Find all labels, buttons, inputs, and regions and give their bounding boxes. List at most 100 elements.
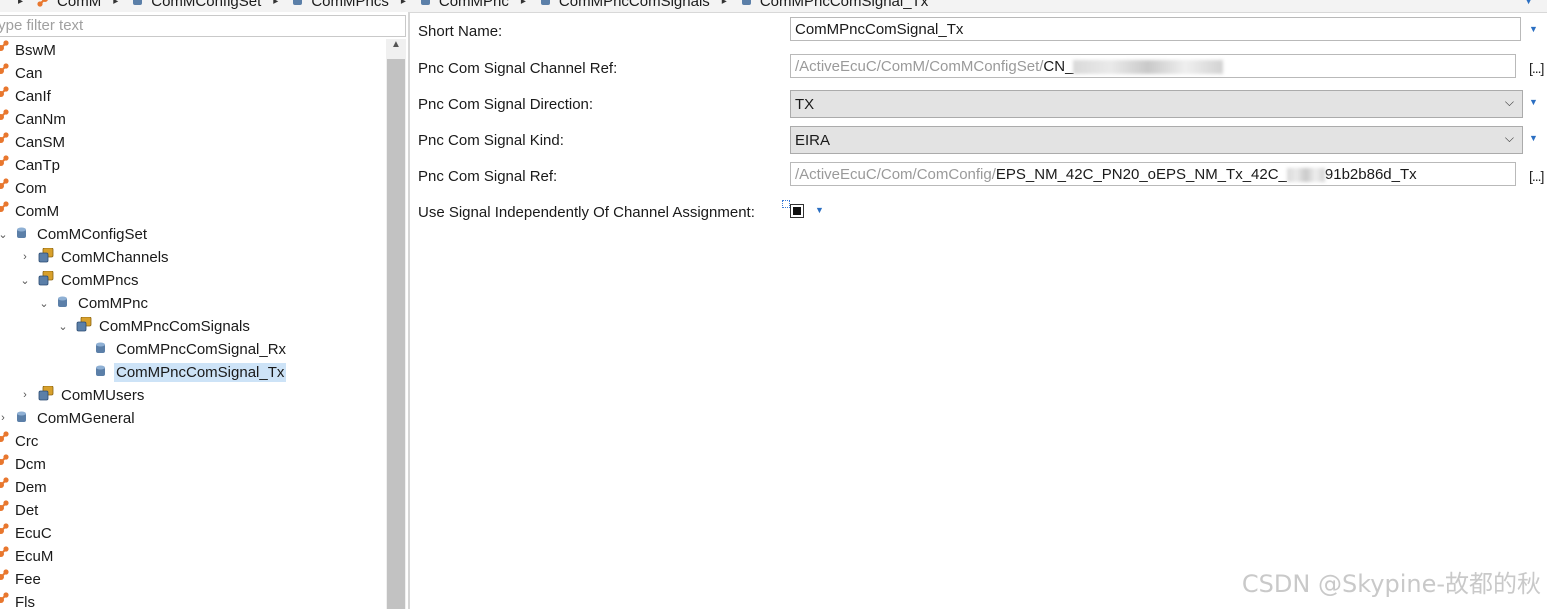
tree-item[interactable]: Crc <box>0 430 40 452</box>
tree-item-label: Can <box>15 64 43 82</box>
channel-ref-browse-button[interactable]: [...] <box>1529 60 1544 76</box>
container-icon <box>292 0 311 10</box>
direction-label: Pnc Com Signal Direction: <box>418 96 594 113</box>
collapse-chevron-icon[interactable]: › <box>0 412 8 424</box>
container-icon <box>16 226 35 243</box>
expand-chevron-icon[interactable]: ⌄ <box>58 321 68 333</box>
tree-item[interactable]: CanIf <box>0 85 53 107</box>
module-icon <box>0 40 13 60</box>
tree-item[interactable]: › ComMUsers <box>20 384 146 406</box>
module-icon <box>0 431 13 451</box>
tree-item[interactable]: ⌄ ComMPncs <box>20 269 141 291</box>
scroll-up-icon[interactable]: ▲ <box>391 39 401 50</box>
tree-item[interactable]: Dem <box>0 476 49 498</box>
direction-select[interactable]: TX ⌵ <box>790 90 1523 118</box>
tree-item[interactable]: EcuM <box>0 545 55 567</box>
signal-ref-label: Pnc Com Signal Ref: <box>418 168 558 185</box>
module-icon <box>0 178 13 198</box>
watermark: CSDN @Skypine-故都的秋 <box>1241 570 1541 598</box>
module-icon <box>0 63 13 83</box>
signal-ref-prefix: /ActiveEcuC/Com/ComConfig/ <box>795 166 996 183</box>
container-icon <box>16 410 35 427</box>
breadcrumb-item[interactable]: ▸ ComMPncComSignals <box>509 0 710 10</box>
container-icon <box>95 341 114 358</box>
breadcrumb-item[interactable]: ▸ ComMPnc <box>389 0 509 10</box>
short-name-input[interactable]: ComMPncComSignal_Tx <box>790 17 1521 41</box>
breadcrumb-arrow-icon[interactable]: ▸ <box>113 0 118 7</box>
filter-input[interactable]: type filter text <box>0 15 406 37</box>
tree-item[interactable]: BswM <box>0 39 58 61</box>
tree-item[interactable]: ComMPncComSignal_Tx <box>77 361 287 383</box>
multi-container-icon <box>38 270 59 290</box>
tree-item-label: Crc <box>15 432 39 450</box>
tree-item[interactable]: Fls <box>0 591 37 609</box>
module-icon <box>0 109 13 129</box>
breadcrumb-menu-icon[interactable]: ▼ <box>1524 0 1533 6</box>
tree-item[interactable]: › ComMChannels <box>20 246 171 268</box>
tree-item[interactable]: › ComMGeneral <box>0 407 137 429</box>
module-tree-panel: type filter text BswM Can CanIf CanNm CanSM C… <box>0 12 408 609</box>
tree-item[interactable]: EcuC <box>0 522 54 544</box>
tree-item[interactable]: ⌄ ComMPncComSignals <box>58 315 252 337</box>
signal-ref-input[interactable]: /ActiveEcuC/Com/ComConfig/EPS_NM_42C_PN2… <box>790 162 1516 186</box>
tree-item[interactable]: ComMPncComSignal_Rx <box>77 338 288 360</box>
module-icon <box>0 546 13 566</box>
tree-item[interactable]: ⌄ ComMConfigSet <box>0 223 149 245</box>
properties-form: Short Name: ComMPncComSignal_Tx ▼ Pnc Co… <box>410 12 1547 609</box>
container-icon <box>420 0 439 10</box>
tree-item[interactable]: Dcm <box>0 453 48 475</box>
expand-chevron-icon[interactable]: ⌄ <box>0 229 8 241</box>
scrollbar-thumb[interactable] <box>387 59 405 609</box>
tree-item[interactable]: Com <box>0 177 49 199</box>
signal-ref-browse-button[interactable]: [...] <box>1529 168 1544 184</box>
tree-item[interactable]: Can <box>0 62 45 84</box>
breadcrumb-label: ComMPnc <box>438 0 509 10</box>
short-name-menu-icon[interactable]: ▼ <box>1529 24 1538 34</box>
tree-item-label: BswM <box>15 41 56 59</box>
locked-module-icon <box>0 523 13 543</box>
tree-item-label: Com <box>15 179 47 197</box>
kind-menu-icon[interactable]: ▼ <box>1529 133 1538 143</box>
tree-item[interactable]: ⌄ ComMPnc <box>39 292 150 314</box>
tree-item[interactable]: CanSM <box>0 131 67 153</box>
breadcrumb-item[interactable]: ▸ ComMConfigSet <box>101 0 261 10</box>
breadcrumb-item[interactable]: ▸ ComMPncs <box>261 0 389 10</box>
collapse-chevron-icon[interactable]: › <box>20 251 30 263</box>
breadcrumb-arrow-icon[interactable]: ▸ <box>273 0 278 7</box>
channel-ref-prefix: /ActiveEcuC/ComM/ComMConfigSet/ <box>795 58 1044 75</box>
breadcrumb-item[interactable]: ▸ ComM <box>6 0 101 11</box>
kind-select[interactable]: EIRA ⌵ <box>790 126 1523 154</box>
tree-item[interactable]: Fee <box>0 568 43 590</box>
expand-chevron-icon[interactable]: ⌄ <box>39 298 49 310</box>
use-signal-label: Use Signal Independently Of Channel Assi… <box>418 204 755 221</box>
use-signal-menu-icon[interactable]: ▼ <box>815 205 824 215</box>
tree-item[interactable]: ComM <box>0 200 61 222</box>
tree-item[interactable]: Det <box>0 499 40 521</box>
tree-item-label: Dcm <box>15 455 46 473</box>
breadcrumb-arrow-icon[interactable]: ▸ <box>18 0 23 7</box>
breadcrumb-arrow-icon[interactable]: ▸ <box>722 0 727 7</box>
signal-ref-value: EPS_NM_42C_PN20_oEPS_NM_Tx_42C_ <box>995 166 1287 183</box>
breadcrumb-item[interactable]: ▸ ComMPncComSignal_Tx <box>710 0 928 10</box>
collapse-chevron-icon[interactable]: › <box>20 389 30 401</box>
tree-item-label: EcuM <box>15 547 54 565</box>
breadcrumb-arrow-icon[interactable]: ▸ <box>521 0 526 7</box>
module-icon <box>0 201 13 221</box>
tree-item[interactable]: CanNm <box>0 108 68 130</box>
use-signal-checkbox[interactable] <box>790 204 804 218</box>
expand-chevron-icon[interactable]: ⌄ <box>20 275 30 287</box>
breadcrumb-arrow-icon[interactable]: ▸ <box>401 0 406 7</box>
container-icon <box>132 0 151 10</box>
direction-menu-icon[interactable]: ▼ <box>1529 97 1538 107</box>
multi-container-icon <box>76 316 97 336</box>
tree-item-label: EcuC <box>15 524 52 542</box>
channel-ref-row: Pnc Com Signal Channel Ref: /ActiveEcuC/… <box>410 52 1547 80</box>
info-icon <box>782 200 790 208</box>
tree-item-label: ComMPncs <box>61 271 139 289</box>
tree-item-label: CanTp <box>15 156 61 174</box>
tree-scrollbar[interactable]: ▲ <box>386 39 406 609</box>
tree-item-label: Fee <box>15 570 41 588</box>
tree-item-label: ComM <box>15 202 60 220</box>
channel-ref-input[interactable]: /ActiveEcuC/ComM/ComMConfigSet/CN_ <box>790 54 1516 78</box>
tree-item[interactable]: CanTp <box>0 154 62 176</box>
